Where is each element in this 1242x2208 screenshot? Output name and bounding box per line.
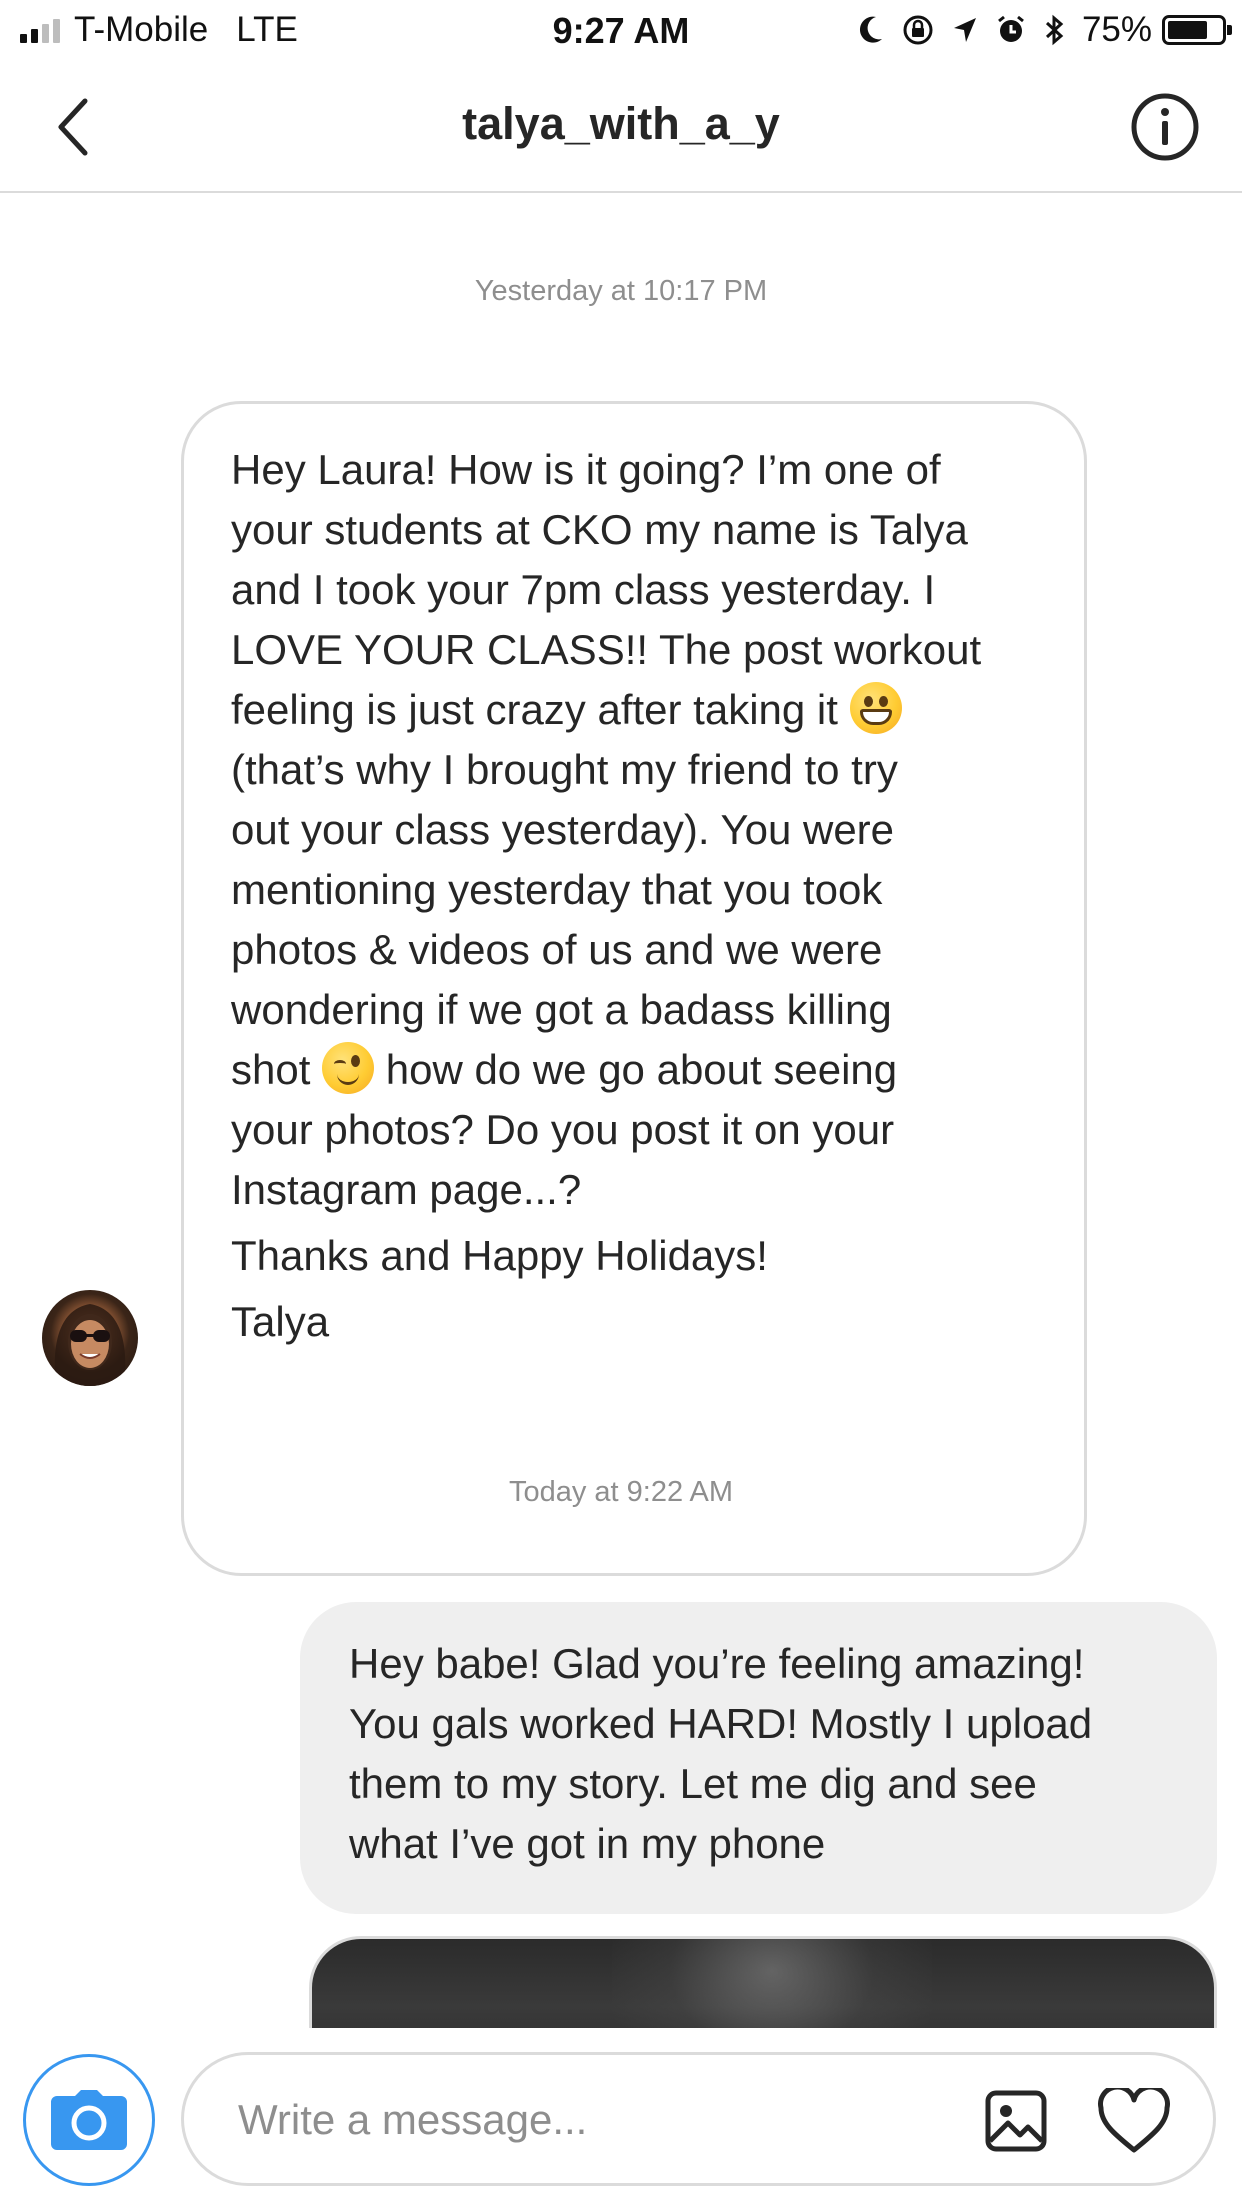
message-line: and I took your 7pm class yesterday. I: [231, 566, 936, 613]
rotation-lock-icon: [902, 14, 934, 46]
photo-message[interactable]: [309, 1936, 1217, 2028]
message-line: them to my story. Let me dig and see: [349, 1760, 1037, 1807]
message-line: your photos? Do you post it on your: [231, 1106, 895, 1153]
conversation-title[interactable]: talya_with_a_y: [0, 98, 1242, 150]
message-line: Instagram page...?: [231, 1166, 582, 1213]
message-line-with-emoji: shot how do we go about seeing: [231, 1040, 1038, 1100]
outgoing-message[interactable]: Hey babe! Glad you’re feeling amazing! Y…: [300, 1602, 1217, 1914]
message-closing: Thanks and Happy Holidays!: [231, 1232, 768, 1279]
message-line: (that’s why I brought my friend to try: [231, 746, 898, 793]
chat-header: talya_with_a_y: [0, 62, 1242, 193]
heart-icon: [1098, 2088, 1170, 2153]
message-line: out your class yesterday). You were: [231, 806, 895, 853]
avatar-image: [54, 1304, 126, 1386]
message-line: mentioning yesterday that you took: [231, 866, 883, 913]
info-icon: [1131, 93, 1199, 161]
like-button[interactable]: [1094, 2083, 1174, 2159]
grinning-face-emoji: [849, 682, 902, 734]
camera-icon: [51, 2090, 127, 2150]
message-input-container: [181, 2052, 1216, 2186]
message-line: You gals worked HARD! Mostly I upload: [349, 1700, 1093, 1747]
camera-button-inner: [31, 2062, 147, 2178]
message-thread[interactable]: Yesterday at 10:17 PM Hey Laura! How is …: [0, 193, 1242, 2028]
message-line: what I’ve got in my phone: [349, 1820, 826, 1867]
message-line: feeling is just crazy after taking it: [231, 686, 838, 733]
gallery-icon: [985, 2090, 1047, 2152]
message-timestamp: Today at 9:22 AM: [508, 1476, 734, 1508]
message-line: Hey babe! Glad you’re feeling amazing!: [349, 1640, 1085, 1687]
message-line: shot: [231, 1046, 311, 1093]
status-right: 75%: [858, 10, 1232, 50]
message-signature: Talya: [231, 1298, 330, 1345]
message-composer: [0, 2028, 1242, 2208]
status-bar: T-Mobile LTE 9:27 AM 75%: [0, 0, 1242, 62]
camera-button[interactable]: [23, 2054, 155, 2186]
message-line: your students at CKO my name is Talya: [231, 506, 968, 553]
winking-face-emoji: [322, 1042, 375, 1094]
location-icon: [952, 16, 978, 44]
message-line: LOVE YOUR CLASS!! The post workout: [231, 626, 982, 673]
message-timestamp: Yesterday at 10:17 PM: [474, 275, 768, 307]
moon-icon: [858, 15, 884, 45]
message-line-with-emoji: feeling is just crazy after taking it: [231, 680, 1038, 740]
message-line: photos & videos of us and we were: [231, 926, 883, 973]
message-line: how do we go about seeing: [385, 1046, 898, 1093]
incoming-message[interactable]: Hey Laura! How is it going? I’m one of y…: [181, 401, 1087, 1576]
message-line: wondering if we got a badass killing: [231, 986, 892, 1033]
battery-percent: 75%: [1081, 10, 1152, 49]
alarm-icon: [996, 15, 1026, 45]
battery-icon: [1162, 15, 1232, 45]
gallery-button[interactable]: [980, 2085, 1052, 2157]
message-line: Hey Laura! How is it going? I’m one of: [231, 446, 941, 493]
avatar[interactable]: [42, 1290, 138, 1386]
battery-level: [1168, 21, 1207, 39]
info-button[interactable]: [1130, 92, 1200, 162]
bluetooth-icon: [1044, 14, 1064, 46]
message-input[interactable]: [238, 2085, 938, 2155]
